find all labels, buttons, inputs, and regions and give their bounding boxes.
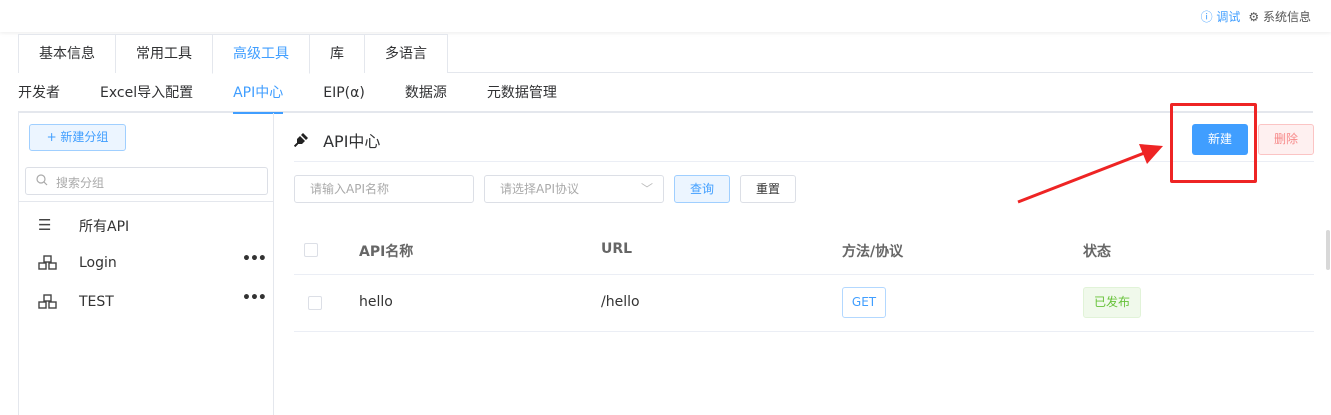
list-icon: ☰ xyxy=(38,216,52,234)
tab-excel-import[interactable]: Excel导入配置 xyxy=(100,74,193,112)
annotation-arrow xyxy=(1017,144,1163,204)
plug-icon xyxy=(293,132,315,151)
system-info-link[interactable]: ⚙ 系统信息 xyxy=(1248,8,1311,25)
cell-api-name[interactable]: hello xyxy=(359,294,393,310)
api-protocol-placeholder: 请选择API协议 xyxy=(500,182,579,196)
column-header-url: URL xyxy=(601,241,633,257)
top-bar: ⓘ 调试 ⚙ 系统信息 xyxy=(0,0,1331,32)
table-row-divider xyxy=(294,331,1314,332)
secondary-tabs: 开发者 Excel导入配置 API中心 EIP(α) 数据源 元数据管理 xyxy=(18,74,1313,114)
delete-button[interactable]: 删除 xyxy=(1258,124,1314,155)
page-title: API中心 xyxy=(293,128,381,152)
debug-link[interactable]: ⓘ 调试 xyxy=(1201,8,1241,25)
column-header-method: 方法/协议 xyxy=(842,244,904,260)
method-tag: GET xyxy=(842,287,886,318)
sidebar-item-label: 所有API xyxy=(79,219,130,235)
column-header-status: 状态 xyxy=(1083,244,1111,260)
tab-advanced-tools[interactable]: 高级工具 xyxy=(212,34,310,74)
annotation-highlight-box xyxy=(1170,103,1257,183)
group-sidebar: + 新建分组 搜索分组 ☰ 所有API Login ••• TEST ••• xyxy=(18,113,274,415)
reset-button[interactable]: 重置 xyxy=(740,175,796,203)
sidebar-item-all-api[interactable]: ☰ 所有API xyxy=(19,209,274,241)
new-group-button[interactable]: + 新建分组 xyxy=(29,124,126,151)
primary-tabs: 基本信息 常用工具 高级工具 库 多语言 xyxy=(18,34,1313,74)
select-all-checkbox[interactable] xyxy=(304,243,318,257)
query-button[interactable]: 查询 xyxy=(674,175,730,203)
scrollbar[interactable] xyxy=(1326,230,1330,270)
column-header-api-name: API名称 xyxy=(359,244,414,260)
chevron-down-icon: ﹀ xyxy=(640,182,653,196)
tab-metadata[interactable]: 元数据管理 xyxy=(487,74,557,112)
sidebar-divider xyxy=(19,201,274,202)
page-title-text: API中心 xyxy=(323,132,381,151)
tab-multilanguage[interactable]: 多语言 xyxy=(364,34,448,73)
cell-url: /hello xyxy=(601,294,640,310)
row-checkbox[interactable] xyxy=(308,296,322,310)
cubes-icon xyxy=(38,255,58,275)
top-links: ⓘ 调试 ⚙ 系统信息 xyxy=(1201,8,1311,25)
api-protocol-select[interactable]: 请选择API协议 ﹀ xyxy=(484,175,664,203)
group-search-placeholder: 搜索分组 xyxy=(56,176,105,190)
tab-library[interactable]: 库 xyxy=(309,34,365,73)
tab-eip[interactable]: EIP(α) xyxy=(323,74,365,112)
group-search-input[interactable]: 搜索分组 xyxy=(25,167,268,195)
table-header-divider xyxy=(294,274,1314,275)
tab-basic-info[interactable]: 基本信息 xyxy=(18,34,116,73)
tab-common-tools[interactable]: 常用工具 xyxy=(115,34,213,73)
search-icon xyxy=(36,174,48,189)
status-badge: 已发布 xyxy=(1083,287,1141,318)
cubes-icon xyxy=(38,294,58,314)
sidebar-item-label: TEST xyxy=(79,294,114,310)
tab-data-source[interactable]: 数据源 xyxy=(405,74,447,112)
more-icon[interactable]: ••• xyxy=(242,251,267,267)
tab-api-center[interactable]: API中心 xyxy=(233,74,284,114)
tab-developer[interactable]: 开发者 xyxy=(18,74,60,112)
sidebar-item-label: Login xyxy=(79,255,117,271)
api-name-input[interactable]: 请输入API名称 xyxy=(294,175,474,203)
sidebar-item-login[interactable]: Login ••• xyxy=(19,248,274,280)
more-icon[interactable]: ••• xyxy=(242,290,267,306)
sidebar-item-test[interactable]: TEST ••• xyxy=(19,287,274,319)
